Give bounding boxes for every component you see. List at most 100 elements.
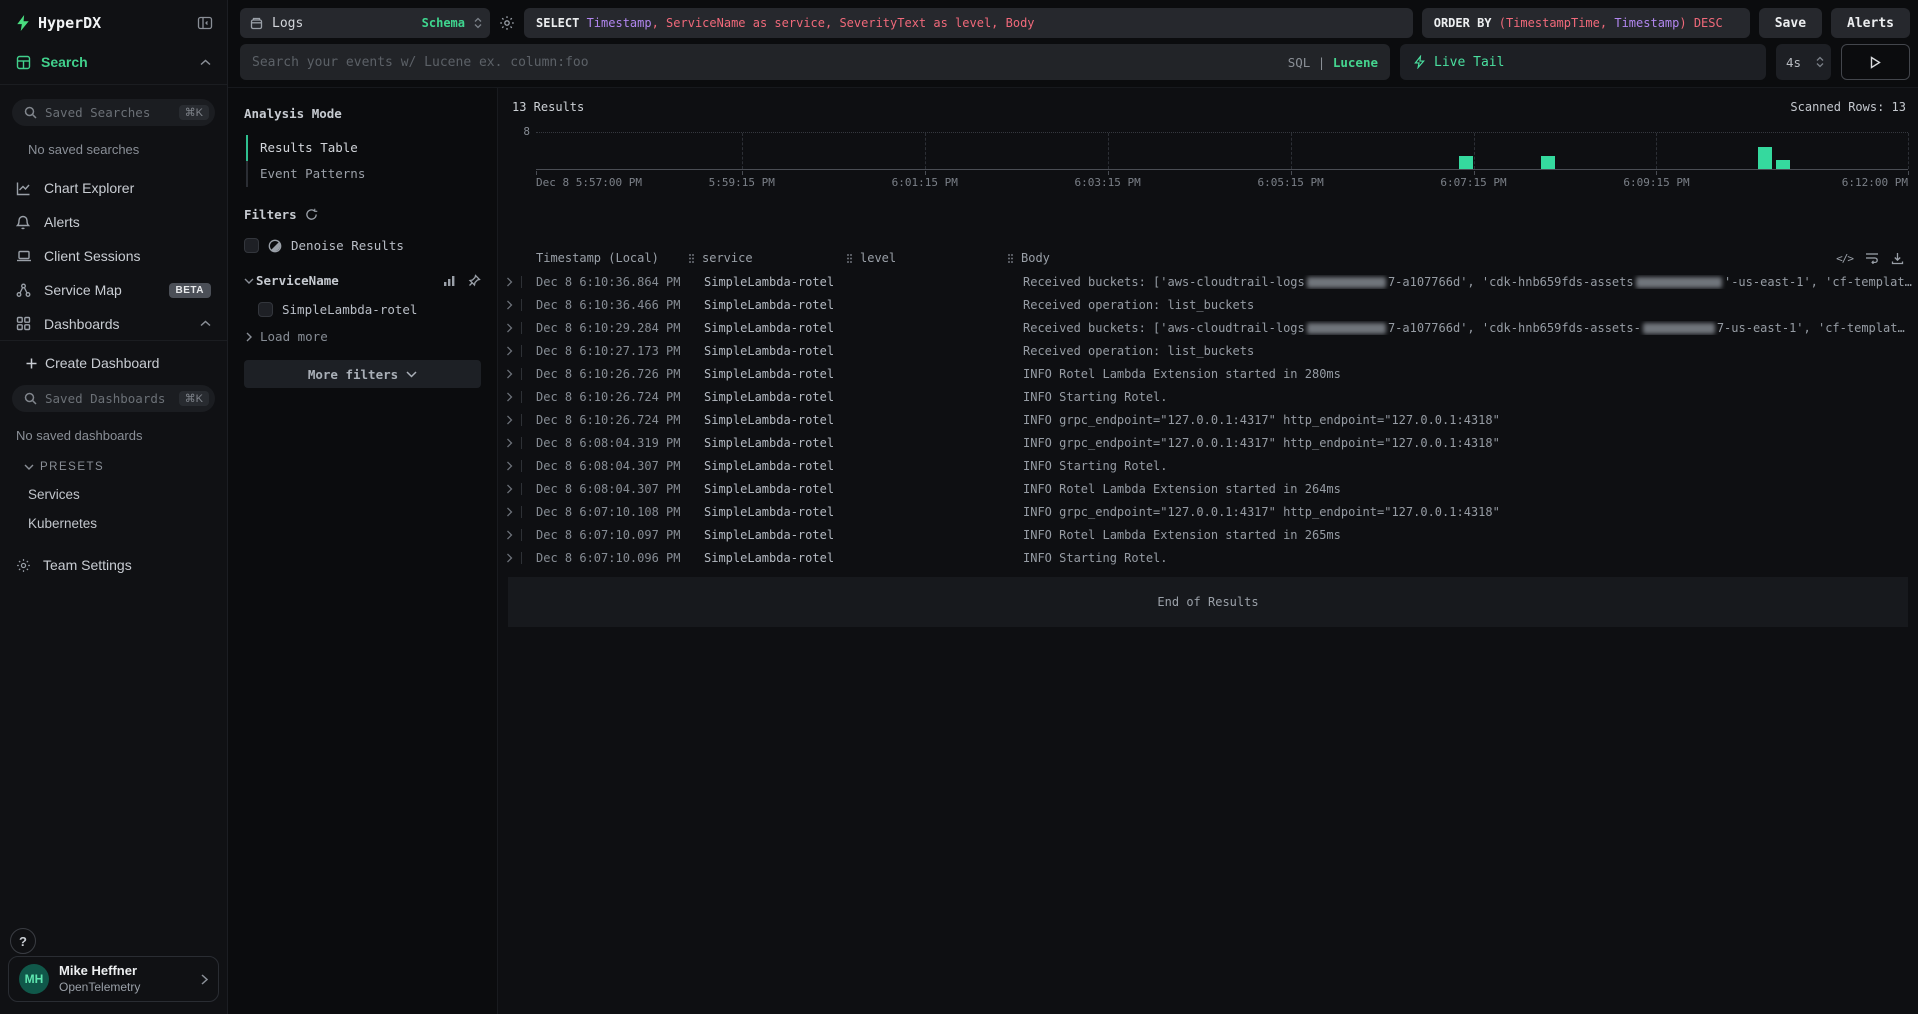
denoise-checkbox[interactable] (244, 238, 259, 253)
save-button[interactable]: Save (1759, 8, 1822, 38)
facet-value-label: SimpleLambda-rotel (282, 302, 417, 317)
table-row[interactable]: Dec 8 6:10:26.726 PMSimpleLambda-rotelIN… (498, 362, 1918, 385)
service-map-icon (16, 283, 32, 298)
sidebar-item-alerts[interactable]: Alerts (0, 205, 227, 239)
table-row[interactable]: Dec 8 6:10:27.173 PMSimpleLambda-rotelRe… (498, 339, 1918, 362)
pin-icon[interactable] (468, 274, 481, 287)
download-icon[interactable] (1891, 252, 1904, 265)
chevron-right-icon[interactable] (505, 369, 514, 379)
saved-searches-input[interactable]: Saved Searches ⌘K (12, 99, 215, 126)
load-more-button[interactable]: Load more (246, 329, 481, 344)
database-icon (250, 17, 263, 30)
column-timestamp[interactable]: Timestamp (Local) (536, 251, 704, 265)
table-row[interactable]: Dec 8 6:10:26.724 PMSimpleLambda-rotelIN… (498, 408, 1918, 431)
histogram-bar[interactable] (1541, 156, 1555, 170)
more-filters-button[interactable]: More filters (244, 360, 481, 388)
order-by-input[interactable]: ORDER BY (TimestampTime, Timestamp) DESC (1422, 8, 1750, 38)
wrap-text-icon[interactable] (1865, 252, 1879, 264)
histogram-bar[interactable] (1758, 147, 1772, 170)
timestamp-cell: Dec 8 6:07:10.097 PM (536, 528, 704, 542)
chevron-down-icon (406, 371, 417, 378)
chevron-right-icon[interactable] (505, 484, 514, 494)
preset-item-kubernetes[interactable]: Kubernetes (28, 516, 211, 531)
event-search-input[interactable] (252, 55, 1288, 70)
table-row[interactable]: Dec 8 6:07:10.096 PMSimpleLambda-rotelIN… (498, 546, 1918, 569)
chevron-right-icon[interactable] (505, 392, 514, 402)
create-dashboard-button[interactable]: Create Dashboard (26, 355, 211, 371)
saved-dashboards-input[interactable]: Saved Dashboards ⌘K (12, 385, 215, 412)
drag-handle-icon[interactable] (846, 253, 853, 264)
denoise-results-row[interactable]: Denoise Results (244, 238, 481, 253)
refresh-filters-icon[interactable] (305, 208, 318, 221)
code-view-icon[interactable]: </> (1836, 252, 1853, 265)
drag-handle-icon[interactable] (1007, 253, 1014, 264)
source-select[interactable]: Logs Schema (240, 8, 490, 38)
table-row[interactable]: Dec 8 6:10:36.864 PMSimpleLambda-rotelRe… (498, 270, 1918, 293)
column-level[interactable]: level (862, 251, 1023, 265)
preset-item-services[interactable]: Services (28, 487, 211, 502)
sidebar-item-service-map[interactable]: Service Map BETA (0, 273, 227, 307)
source-label: Logs (272, 16, 413, 31)
table-row[interactable]: Dec 8 6:08:04.307 PMSimpleLambda-rotelIN… (498, 454, 1918, 477)
body-cell: Received buckets: ['aws-cloudtrail-logs7… (1023, 321, 1918, 335)
timestamp-cell: Dec 8 6:08:04.307 PM (536, 459, 704, 473)
sidebar-item-search[interactable]: Search (0, 42, 227, 85)
table-row[interactable]: Dec 8 6:10:26.724 PMSimpleLambda-rotelIN… (498, 385, 1918, 408)
lucene-mode-toggle[interactable]: Lucene (1333, 55, 1378, 70)
facet-value-checkbox[interactable] (258, 302, 273, 317)
table-row[interactable]: Dec 8 6:10:29.284 PMSimpleLambda-rotelRe… (498, 316, 1918, 339)
chevron-right-icon[interactable] (505, 346, 514, 356)
live-tail-button[interactable]: Live Tail (1400, 44, 1766, 80)
table-row[interactable]: Dec 8 6:08:04.319 PMSimpleLambda-rotelIN… (498, 431, 1918, 454)
chevron-right-icon[interactable] (505, 438, 514, 448)
chevron-right-icon[interactable] (505, 415, 514, 425)
histogram-bar[interactable] (1776, 160, 1790, 169)
play-button[interactable] (1841, 44, 1910, 80)
facet-value-row[interactable]: SimpleLambda-rotel (258, 302, 481, 317)
table-row[interactable]: Dec 8 6:10:36.466 PMSimpleLambda-rotelRe… (498, 293, 1918, 316)
table-row[interactable]: Dec 8 6:08:04.307 PMSimpleLambda-rotelIN… (498, 477, 1918, 500)
table-row[interactable]: Dec 8 6:07:10.097 PMSimpleLambda-rotelIN… (498, 523, 1918, 546)
alerts-button[interactable]: Alerts (1831, 8, 1910, 38)
refresh-interval-select[interactable]: 4s (1776, 44, 1831, 80)
schema-link[interactable]: Schema (422, 16, 465, 30)
chevron-right-icon[interactable] (505, 553, 514, 563)
source-settings-gear-icon[interactable] (499, 15, 515, 31)
sidebar-item-client-sessions[interactable]: Client Sessions (0, 239, 227, 273)
column-body[interactable]: Body (1023, 251, 1834, 265)
sidebar-item-chart-explorer[interactable]: Chart Explorer (0, 171, 227, 205)
facet-chart-icon[interactable] (443, 275, 456, 287)
body-cell: Received buckets: ['aws-cloudtrail-logs7… (1023, 275, 1918, 289)
mode-results-table[interactable]: Results Table (246, 135, 481, 161)
facet-servicename[interactable]: ServiceName (244, 273, 481, 288)
histogram-bar[interactable] (1459, 156, 1473, 170)
sidebar-item-team-settings[interactable]: Team Settings (16, 557, 211, 573)
body-cell: Received operation: list_buckets (1023, 344, 1918, 358)
select-query-input[interactable]: SELECT Timestamp, ServiceName as service… (524, 8, 1413, 38)
drag-handle-icon[interactable] (688, 253, 695, 264)
chevron-right-icon[interactable] (505, 277, 514, 287)
redacted-text (1636, 277, 1722, 288)
sidebar-item-dashboards[interactable]: Dashboards (0, 307, 227, 341)
event-search-box[interactable]: SQL | Lucene (240, 44, 1390, 80)
timestamp-cell: Dec 8 6:08:04.307 PM (536, 482, 704, 496)
chevron-right-icon[interactable] (505, 507, 514, 517)
presets-toggle[interactable]: PRESETS (24, 461, 211, 473)
no-saved-searches-text: No saved searches (28, 142, 211, 157)
chevron-right-icon[interactable] (505, 461, 514, 471)
search-table-icon (16, 55, 31, 70)
chevron-right-icon[interactable] (505, 300, 514, 310)
chevron-right-icon[interactable] (505, 530, 514, 540)
collapse-sidebar-icon[interactable] (197, 15, 213, 31)
chevron-up-icon[interactable] (200, 320, 211, 327)
help-button[interactable]: ? (10, 928, 36, 954)
chevron-up-icon[interactable] (200, 59, 211, 66)
column-service[interactable]: service (704, 251, 862, 265)
user-card[interactable]: MH Mike Heffner OpenTelemetry (8, 956, 219, 1002)
chevron-right-icon[interactable] (505, 323, 514, 333)
service-cell: SimpleLambda-rotel (704, 344, 862, 358)
sql-mode-toggle[interactable]: SQL (1288, 55, 1311, 70)
chevron-down-icon (244, 278, 254, 284)
mode-event-patterns[interactable]: Event Patterns (246, 161, 481, 187)
table-row[interactable]: Dec 8 6:07:10.108 PMSimpleLambda-rotelIN… (498, 500, 1918, 523)
